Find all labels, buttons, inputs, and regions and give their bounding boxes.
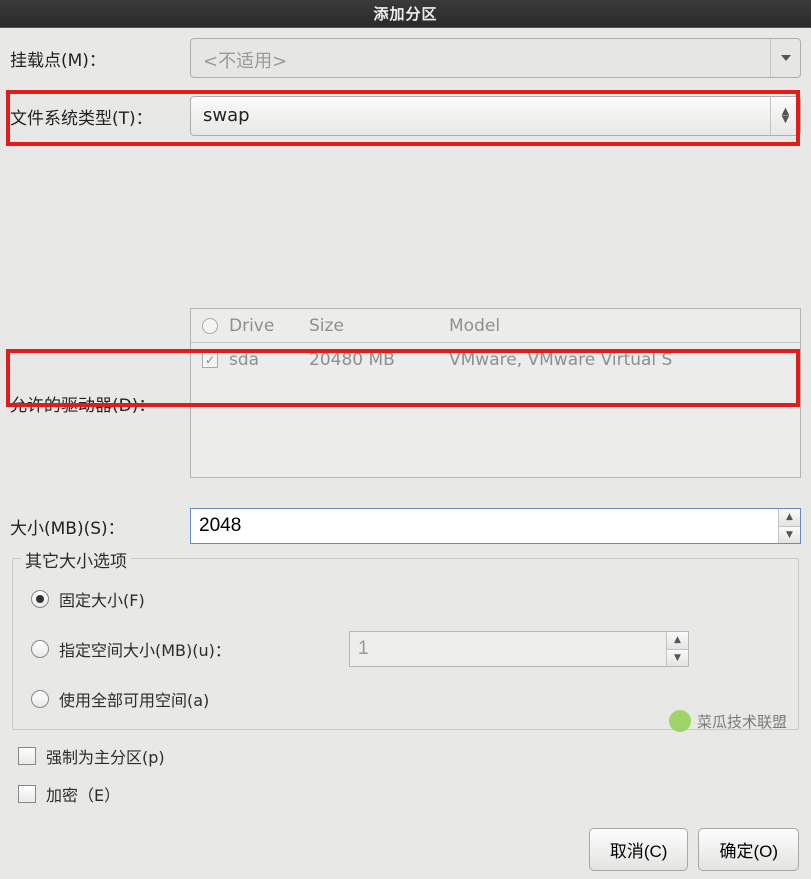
filesystem-type-label: 文件系统类型(T)： (10, 104, 190, 129)
header-size: Size (309, 316, 449, 336)
size-decrease-button[interactable]: ▼ (779, 527, 800, 544)
force-primary-label: 强制为主分区(p) (46, 744, 165, 768)
mount-point-label: 挂载点(M)： (10, 46, 190, 71)
filesystem-type-combo[interactable]: swap ▲▼ (190, 96, 801, 136)
ok-button[interactable]: 确定(O) (698, 828, 799, 871)
table-row[interactable]: ✓ sda 20480 MB VMware, VMware Virtual S (191, 343, 800, 377)
radio-fill-upto-label: 指定空间大小(MB)(u)： (59, 637, 339, 661)
select-all-icon (202, 318, 218, 334)
fill-upto-input (350, 632, 666, 666)
row-checkbox[interactable]: ✓ (202, 352, 218, 368)
cancel-button[interactable]: 取消(C) (589, 828, 689, 871)
radio-fixed-row[interactable]: 固定大小(F) (31, 587, 786, 611)
filesystem-type-dropdown-button[interactable]: ▲▼ (770, 97, 800, 135)
radio-fixed[interactable] (31, 590, 49, 608)
radio-fixed-label: 固定大小(F) (59, 587, 145, 611)
chevron-down-icon (781, 55, 791, 61)
mount-point-row: 挂载点(M)： <不适用> (10, 38, 801, 78)
fill-upto-spinner: ▲ ▼ (349, 631, 689, 667)
radio-fill-upto[interactable] (31, 640, 49, 658)
size-row: 大小(MB)(S)： ▲ ▼ (10, 508, 801, 544)
fill-upto-increase-button: ▲ (667, 632, 688, 650)
header-drive: Drive (229, 316, 309, 336)
additional-size-options: 其它大小选项 固定大小(F) 指定空间大小(MB)(u)： ▲ ▼ 使用全部可用… (12, 558, 799, 730)
dialog-button-bar: 取消(C) 确定(O) (0, 820, 811, 879)
mount-point-dropdown-button[interactable] (770, 39, 800, 77)
header-model: Model (449, 316, 800, 336)
radio-fill-max[interactable] (31, 690, 49, 708)
radio-fill-max-label: 使用全部可用空间(a) (59, 687, 209, 711)
force-primary-checkbox[interactable] (18, 747, 36, 765)
dialog-title: 添加分区 (0, 0, 811, 28)
filesystem-type-value: swap (191, 97, 770, 135)
radio-fill-upto-row[interactable]: 指定空间大小(MB)(u)： ▲ ▼ (31, 631, 786, 667)
allowable-drives-row: 允许的驱动器(D)： Drive Size Model ✓ sda 20480 … (10, 306, 801, 478)
force-primary-row[interactable]: 强制为主分区(p) (18, 744, 801, 768)
encrypt-checkbox[interactable] (18, 785, 36, 803)
fill-upto-decrease-button: ▼ (667, 650, 688, 667)
encrypt-label: 加密（E） (46, 782, 120, 806)
size-increase-button[interactable]: ▲ (779, 509, 800, 527)
encrypt-row[interactable]: 加密（E） (18, 782, 801, 806)
allowable-drives-label: 允许的驱动器(D)： (10, 391, 190, 416)
mount-point-value: <不适用> (191, 39, 770, 77)
size-input[interactable] (191, 509, 778, 543)
size-spinner[interactable]: ▲ ▼ (190, 508, 801, 544)
radio-fill-max-row[interactable]: 使用全部可用空间(a) (31, 687, 786, 711)
filesystem-type-row: 文件系统类型(T)： swap ▲▼ (10, 96, 801, 136)
row-drive: sda (229, 350, 309, 370)
row-size: 20480 MB (309, 350, 449, 370)
updown-icon: ▲▼ (782, 108, 790, 124)
drives-table: Drive Size Model ✓ sda 20480 MB VMware, … (190, 308, 801, 478)
size-label: 大小(MB)(S)： (10, 514, 190, 539)
row-model: VMware, VMware Virtual S (449, 350, 800, 370)
drives-table-header: Drive Size Model (191, 309, 800, 343)
additional-size-legend: 其它大小选项 (21, 547, 131, 572)
mount-point-combo[interactable]: <不适用> (190, 38, 801, 78)
